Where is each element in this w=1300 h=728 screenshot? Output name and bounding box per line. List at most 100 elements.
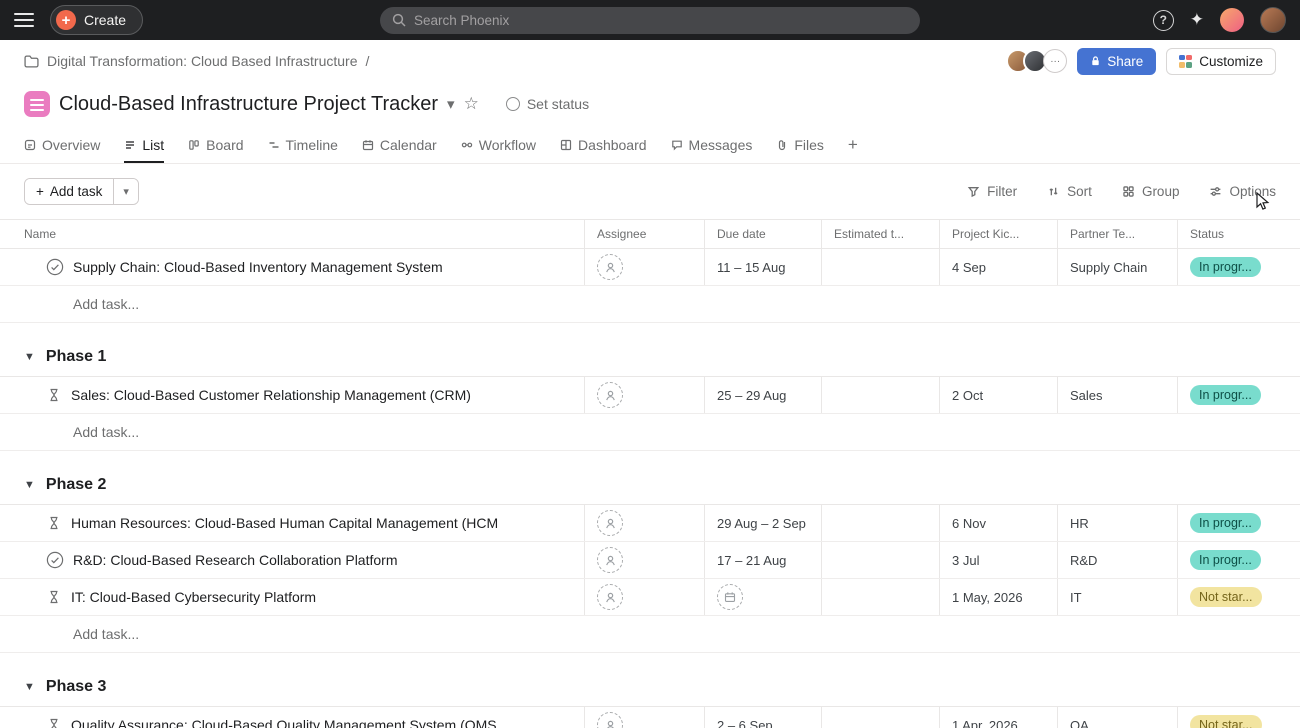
status-badge[interactable]: In progr... bbox=[1190, 513, 1261, 533]
partner-team-cell[interactable]: Sales bbox=[1058, 377, 1178, 413]
tab-dashboard[interactable]: Dashboard bbox=[560, 126, 647, 163]
tab-workflow[interactable]: Workflow bbox=[461, 126, 536, 163]
assignee-cell[interactable] bbox=[585, 249, 705, 285]
breadcrumb-project-link[interactable]: Digital Transformation: Cloud Based Infr… bbox=[47, 53, 357, 69]
status-cell[interactable]: In progr... bbox=[1178, 505, 1300, 541]
project-kickoff-cell[interactable]: 2 Oct bbox=[940, 377, 1058, 413]
column-header-assignee[interactable]: Assignee bbox=[585, 220, 705, 248]
section-title[interactable]: Phase 2 bbox=[46, 476, 106, 494]
customize-button[interactable]: Customize bbox=[1166, 48, 1276, 75]
status-cell[interactable]: In progr... bbox=[1178, 542, 1300, 578]
add-view-icon[interactable]: + bbox=[848, 135, 858, 155]
hourglass-icon[interactable] bbox=[46, 515, 62, 531]
table-row[interactable]: R&D: Cloud-Based Research Collaboration … bbox=[0, 542, 1300, 579]
sort-button[interactable]: Sort bbox=[1047, 184, 1092, 199]
add-task-row[interactable]: Add task... bbox=[0, 616, 1300, 653]
task-name[interactable]: Human Resources: Cloud-Based Human Capit… bbox=[71, 515, 498, 531]
column-header-partner-team[interactable]: Partner Te... bbox=[1058, 220, 1178, 248]
column-header-status[interactable]: Status bbox=[1178, 220, 1300, 248]
partner-team-cell[interactable]: R&D bbox=[1058, 542, 1178, 578]
assignee-avatar-placeholder[interactable] bbox=[597, 510, 623, 536]
member-avatars[interactable]: ··· bbox=[1006, 49, 1067, 73]
check-circle-icon[interactable] bbox=[46, 551, 64, 569]
tab-calendar[interactable]: Calendar bbox=[362, 126, 437, 163]
status-badge[interactable]: In progr... bbox=[1190, 385, 1261, 405]
task-name[interactable]: R&D: Cloud-Based Research Collaboration … bbox=[73, 552, 397, 568]
status-cell[interactable]: In progr... bbox=[1178, 249, 1300, 285]
whats-new-icon[interactable] bbox=[1220, 8, 1244, 32]
table-row[interactable]: Quality Assurance: Cloud-Based Quality M… bbox=[0, 707, 1300, 728]
assignee-avatar-placeholder[interactable] bbox=[597, 382, 623, 408]
help-icon[interactable]: ? bbox=[1153, 10, 1174, 31]
due-date-placeholder-calendar-icon[interactable] bbox=[717, 584, 743, 610]
partner-team-cell[interactable]: Supply Chain bbox=[1058, 249, 1178, 285]
set-status-button[interactable]: Set status bbox=[506, 96, 589, 112]
assignee-cell[interactable] bbox=[585, 579, 705, 615]
assignee-cell[interactable] bbox=[585, 542, 705, 578]
assignee-cell[interactable] bbox=[585, 377, 705, 413]
user-avatar[interactable] bbox=[1260, 7, 1286, 33]
member-overflow-button[interactable]: ··· bbox=[1043, 49, 1067, 73]
assignee-avatar-placeholder[interactable] bbox=[597, 712, 623, 728]
check-circle-icon[interactable] bbox=[46, 258, 64, 276]
partner-team-cell[interactable]: QA bbox=[1058, 707, 1178, 728]
due-date-cell[interactable] bbox=[705, 579, 822, 615]
due-date-cell[interactable]: 25 – 29 Aug bbox=[705, 377, 822, 413]
project-kickoff-cell[interactable]: 4 Sep bbox=[940, 249, 1058, 285]
project-kickoff-cell[interactable]: 3 Jul bbox=[940, 542, 1058, 578]
assignee-avatar-placeholder[interactable] bbox=[597, 254, 623, 280]
column-header-name[interactable]: Name bbox=[0, 220, 585, 248]
table-row[interactable]: Sales: Cloud-Based Customer Relationship… bbox=[0, 377, 1300, 414]
section-collapse-icon[interactable]: ▼ bbox=[24, 351, 35, 363]
ai-sparkle-icon[interactable]: ✦ bbox=[1190, 10, 1204, 30]
due-date-cell[interactable]: 2 – 6 Sep bbox=[705, 707, 822, 728]
table-row[interactable]: Supply Chain: Cloud-Based Inventory Mana… bbox=[0, 249, 1300, 286]
options-button[interactable]: Options bbox=[1209, 184, 1276, 199]
column-header-project-kickoff[interactable]: Project Kic... bbox=[940, 220, 1058, 248]
task-name[interactable]: Quality Assurance: Cloud-Based Quality M… bbox=[71, 717, 497, 728]
status-badge[interactable]: In progr... bbox=[1190, 257, 1261, 277]
section-title[interactable]: Phase 3 bbox=[46, 678, 106, 696]
filter-button[interactable]: Filter bbox=[967, 184, 1017, 199]
hourglass-icon[interactable] bbox=[46, 589, 62, 605]
estimated-cell[interactable] bbox=[822, 707, 940, 728]
global-search[interactable] bbox=[380, 7, 920, 34]
hamburger-menu-icon[interactable] bbox=[14, 13, 34, 27]
column-header-due-date[interactable]: Due date bbox=[705, 220, 822, 248]
project-kickoff-cell[interactable]: 1 May, 2026 bbox=[940, 579, 1058, 615]
project-kickoff-cell[interactable]: 1 Apr, 2026 bbox=[940, 707, 1058, 728]
title-chevron-down-icon[interactable]: ▾ bbox=[447, 95, 455, 113]
status-badge[interactable]: In progr... bbox=[1190, 550, 1261, 570]
add-task-row[interactable]: Add task... bbox=[0, 286, 1300, 323]
section-collapse-icon[interactable]: ▼ bbox=[24, 681, 35, 693]
search-input[interactable] bbox=[414, 13, 908, 28]
column-header-estimated[interactable]: Estimated t... bbox=[822, 220, 940, 248]
estimated-cell[interactable] bbox=[822, 377, 940, 413]
status-cell[interactable]: Not star... bbox=[1178, 579, 1300, 615]
status-cell[interactable]: Not star... bbox=[1178, 707, 1300, 728]
add-task-dropdown-button[interactable]: ▾ bbox=[113, 179, 138, 204]
partner-team-cell[interactable]: HR bbox=[1058, 505, 1178, 541]
group-button[interactable]: Group bbox=[1122, 184, 1180, 199]
task-name[interactable]: IT: Cloud-Based Cybersecurity Platform bbox=[71, 589, 316, 605]
table-row[interactable]: IT: Cloud-Based Cybersecurity Platform 1… bbox=[0, 579, 1300, 616]
estimated-cell[interactable] bbox=[822, 542, 940, 578]
create-button[interactable]: + Create bbox=[50, 5, 143, 35]
due-date-cell[interactable]: 11 – 15 Aug bbox=[705, 249, 822, 285]
favorite-star-icon[interactable]: ☆ bbox=[464, 94, 479, 114]
project-kickoff-cell[interactable]: 6 Nov bbox=[940, 505, 1058, 541]
section-title[interactable]: Phase 1 bbox=[46, 348, 106, 366]
status-badge[interactable]: Not star... bbox=[1190, 587, 1262, 607]
tab-timeline[interactable]: Timeline bbox=[268, 126, 338, 163]
add-task-button[interactable]: + Add task bbox=[25, 179, 113, 204]
tab-list[interactable]: List bbox=[124, 126, 164, 163]
tab-messages[interactable]: Messages bbox=[671, 126, 753, 163]
assignee-cell[interactable] bbox=[585, 505, 705, 541]
estimated-cell[interactable] bbox=[822, 505, 940, 541]
tab-board[interactable]: Board bbox=[188, 126, 243, 163]
tab-files[interactable]: Files bbox=[776, 126, 824, 163]
add-task-row[interactable]: Add task... bbox=[0, 414, 1300, 451]
section-collapse-icon[interactable]: ▼ bbox=[24, 479, 35, 491]
tab-overview[interactable]: Overview bbox=[24, 126, 100, 163]
status-cell[interactable]: In progr... bbox=[1178, 377, 1300, 413]
